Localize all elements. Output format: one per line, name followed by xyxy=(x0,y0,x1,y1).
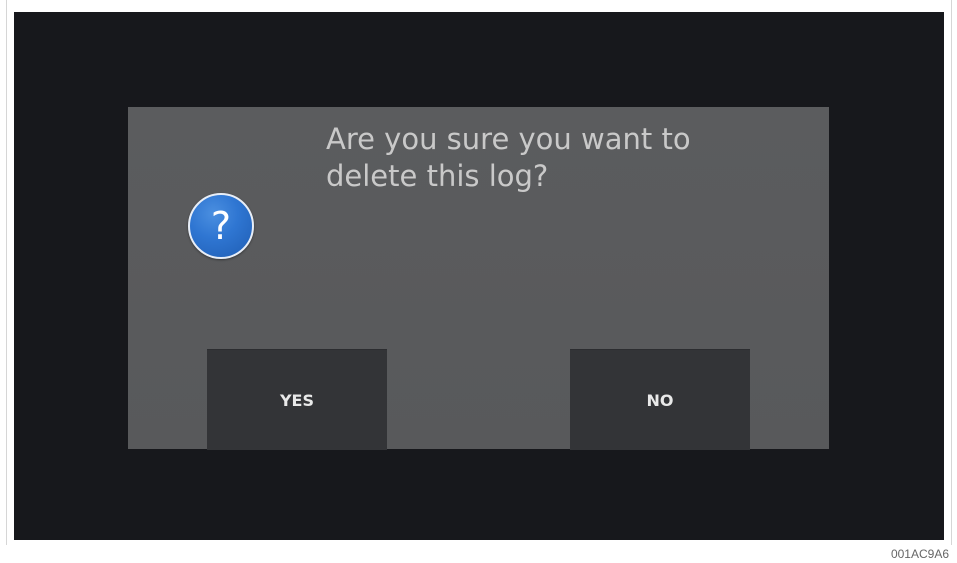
dialog-message-line1: Are you sure you want to xyxy=(326,122,691,156)
dialog-message: Are you sure you want to delete this log… xyxy=(326,121,766,195)
figure-page: ? Are you sure you want to delete this l… xyxy=(0,0,957,563)
device-screen: ? Are you sure you want to delete this l… xyxy=(14,12,944,540)
question-icon: ? xyxy=(188,193,254,259)
no-button[interactable]: NO xyxy=(570,349,750,450)
right-frame-line xyxy=(951,0,952,545)
dialog-message-line2: delete this log? xyxy=(326,159,549,193)
figure-code: 001AC9A6 xyxy=(890,547,949,561)
left-frame-line xyxy=(6,0,7,545)
yes-button[interactable]: YES xyxy=(207,349,387,450)
delete-confirmation-dialog: ? Are you sure you want to delete this l… xyxy=(128,107,829,450)
